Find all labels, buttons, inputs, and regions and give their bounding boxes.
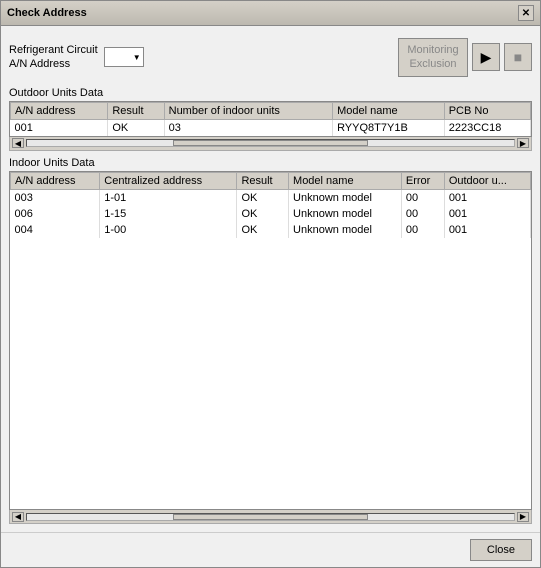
outdoor-col-result: Result	[108, 102, 164, 119]
indoor-table: A/N address Centralized address Result M…	[10, 172, 531, 238]
outdoor-col-model: Model name	[333, 102, 445, 119]
outdoor-table-scroll[interactable]: A/N address Result Number of indoor unit…	[10, 102, 531, 136]
stop-button[interactable]: ■	[504, 43, 532, 71]
table-row: 0031-01OKUnknown model00001	[11, 189, 531, 206]
refrigerant-dropdown[interactable]: ▼	[104, 47, 144, 67]
title-bar: Check Address ✕	[1, 1, 540, 26]
outdoor-section: Outdoor Units Data A/N address Result Nu…	[9, 87, 532, 151]
indoor-table-wrapper: A/N address Centralized address Result M…	[9, 171, 532, 510]
top-controls: Refrigerant Circuit A/N Address ▼ Monito…	[9, 34, 532, 81]
outdoor-scroll-left-arrow[interactable]: ◀	[12, 138, 24, 148]
indoor-col-error: Error	[401, 172, 444, 189]
outdoor-col-indoor-count: Number of indoor units	[164, 102, 332, 119]
close-title-button[interactable]: ✕	[518, 5, 534, 21]
indoor-scroll-track[interactable]	[26, 513, 515, 521]
refrigerant-group: Refrigerant Circuit A/N Address ▼	[9, 43, 144, 72]
indoor-scroll-right-arrow[interactable]: ▶	[517, 512, 529, 522]
indoor-scroll-thumb	[173, 514, 368, 520]
indoor-section-label: Indoor Units Data	[9, 157, 532, 169]
indoor-scrollbar[interactable]: ◀ ▶	[9, 510, 532, 524]
outdoor-section-label: Outdoor Units Data	[9, 87, 532, 99]
table-row: 0061-15OKUnknown model00001	[11, 206, 531, 222]
outdoor-col-pcb: PCB No	[444, 102, 530, 119]
indoor-col-outdoor: Outdoor u...	[444, 172, 530, 189]
check-address-window: Check Address ✕ Refrigerant Circuit A/N …	[0, 0, 541, 568]
outdoor-header-row: A/N address Result Number of indoor unit…	[11, 102, 531, 119]
outdoor-scroll-track[interactable]	[26, 139, 515, 147]
right-controls: Monitoring Exclusion ▶ ■	[398, 38, 532, 77]
indoor-table-scroll[interactable]: A/N address Centralized address Result M…	[10, 172, 531, 372]
indoor-section: Indoor Units Data A/N address Centralize…	[9, 157, 532, 524]
outdoor-col-an: A/N address	[11, 102, 108, 119]
refrigerant-label: Refrigerant Circuit A/N Address	[9, 43, 98, 72]
outdoor-table-container: A/N address Result Number of indoor unit…	[9, 101, 532, 137]
indoor-header-row: A/N address Centralized address Result M…	[11, 172, 531, 189]
play-button[interactable]: ▶	[472, 43, 500, 71]
outdoor-table-body: 001OK03RYYQ8T7Y1B2223CC18	[11, 119, 531, 136]
close-button[interactable]: Close	[470, 539, 532, 561]
monitoring-exclusion-button[interactable]: Monitoring Exclusion	[398, 38, 468, 77]
window-title: Check Address	[7, 7, 87, 19]
outdoor-scroll-right-arrow[interactable]: ▶	[517, 138, 529, 148]
indoor-col-centralized: Centralized address	[100, 172, 237, 189]
indoor-col-an: A/N address	[11, 172, 100, 189]
indoor-table-body: 0031-01OKUnknown model000010061-15OKUnkn…	[11, 189, 531, 238]
table-row: 0041-00OKUnknown model00001	[11, 222, 531, 238]
table-row: 001OK03RYYQ8T7Y1B2223CC18	[11, 119, 531, 136]
chevron-down-icon: ▼	[133, 53, 141, 62]
indoor-col-model: Model name	[289, 172, 402, 189]
outdoor-scroll-thumb	[173, 140, 368, 146]
indoor-scroll-left-arrow[interactable]: ◀	[12, 512, 24, 522]
outdoor-scrollbar[interactable]: ◀ ▶	[9, 137, 532, 151]
outdoor-table: A/N address Result Number of indoor unit…	[10, 102, 531, 136]
main-content: Refrigerant Circuit A/N Address ▼ Monito…	[1, 26, 540, 532]
footer: Close	[1, 532, 540, 567]
indoor-col-result: Result	[237, 172, 289, 189]
